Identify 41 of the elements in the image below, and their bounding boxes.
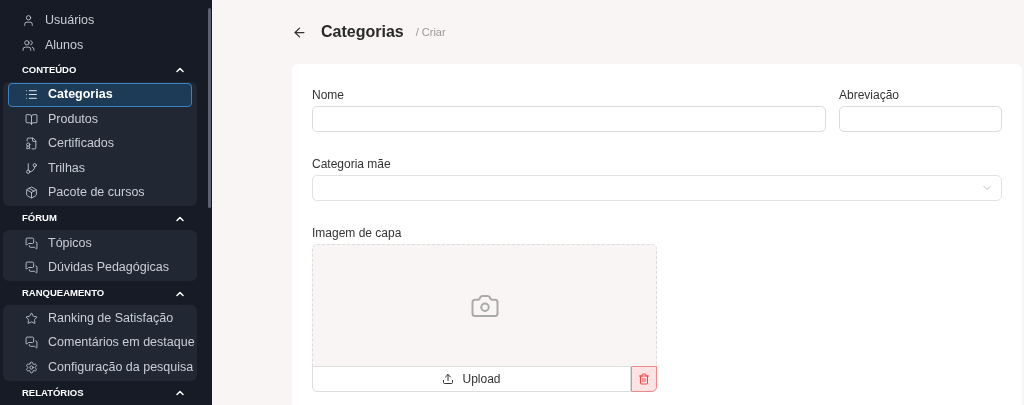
section-header[interactable]: FÓRUM — [0, 207, 200, 230]
field-label: Categoria mãe — [312, 156, 392, 173]
field-label: Imagem de capa — [312, 225, 403, 242]
nav-item[interactable]: Pacote de cursos — [8, 180, 192, 205]
name-field[interactable] — [312, 106, 826, 132]
chat-icon — [25, 236, 38, 250]
trash-icon — [638, 373, 650, 385]
nav-item[interactable]: Tópicos — [8, 231, 192, 256]
nav-item[interactable]: Alunos — [5, 33, 195, 58]
nav-item[interactable]: Ranking de Satisfação — [8, 306, 192, 331]
nav-item[interactable]: Comentários em destaque — [8, 330, 192, 355]
field-label: Nome — [312, 87, 345, 104]
section-header[interactable]: CONTEÚDO — [0, 58, 200, 82]
user-icon — [22, 13, 35, 27]
chat-icon — [25, 261, 38, 275]
nav-item[interactable]: Configuração da pesquisa — [8, 355, 192, 380]
nav-item[interactable]: Dúvidas Pedagógicas — [8, 255, 192, 280]
list-icon — [25, 88, 38, 102]
breadcrumb: / Criar — [415, 24, 446, 40]
delete-button[interactable] — [631, 366, 657, 392]
nav-item[interactable]: Usuários — [5, 8, 195, 33]
book-icon — [25, 112, 38, 126]
page-title: Categorias — [321, 22, 404, 42]
chat-icon — [25, 336, 38, 350]
upload-button[interactable]: Upload — [312, 366, 631, 392]
parent-category-select[interactable] — [312, 175, 1002, 201]
nav-item[interactable]: Trilhas — [8, 156, 192, 181]
abbreviation-field[interactable] — [839, 106, 1002, 132]
nav-item[interactable]: Categorias — [8, 82, 192, 107]
section-header[interactable]: RELATÓRIOS — [0, 381, 200, 405]
branch-icon — [25, 161, 38, 175]
certificate-icon — [25, 137, 38, 151]
field-label: Abreviação — [839, 87, 901, 104]
nav-item[interactable]: Certificados — [8, 131, 192, 156]
nav-item[interactable]: Produtos — [8, 107, 192, 132]
section-header[interactable]: RANQUEAMENTO — [0, 282, 200, 305]
star-icon — [25, 311, 38, 325]
users-icon — [22, 38, 35, 52]
upload-icon — [442, 373, 455, 385]
package-icon — [25, 186, 38, 200]
settings-icon — [25, 360, 38, 374]
